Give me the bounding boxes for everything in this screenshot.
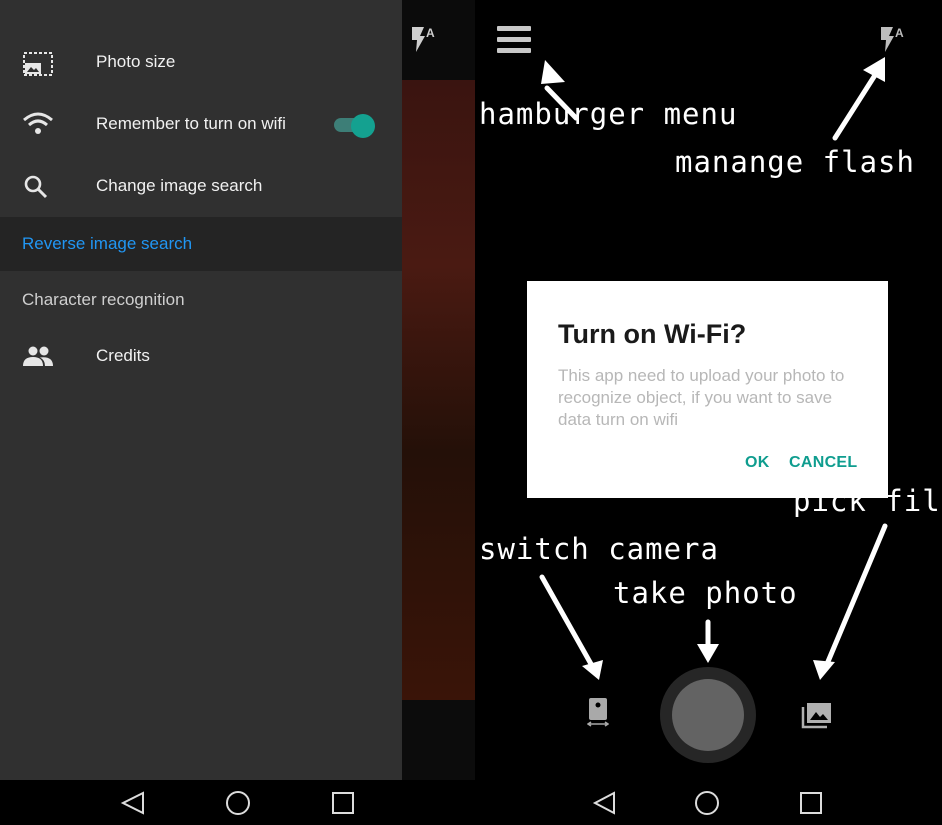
right-screenshot: A Turn on Wi-Fi? This app need to upload…: [475, 0, 942, 825]
camera-preview-image: [402, 80, 475, 700]
drawer-item-label: Photo size: [96, 52, 176, 71]
home-icon[interactable]: [226, 791, 250, 815]
drawer-item-label: Reverse image search: [22, 234, 193, 253]
photo-size-icon: [22, 50, 53, 76]
search-icon: [22, 174, 52, 200]
people-icon: [22, 344, 53, 370]
annotation-take-photo: take photo: [613, 576, 798, 610]
annotation-hamburger-menu: hamburger menu: [479, 97, 738, 131]
wifi-icon: [22, 112, 53, 138]
system-nav-bar: [0, 780, 475, 825]
navigation-drawer: Photo size Remember to turn on wifi Chan…: [0, 0, 402, 780]
drawer-item-reverse-image-search[interactable]: Reverse image search: [0, 217, 402, 271]
annotation-switch-camera: switch camera: [479, 532, 719, 566]
drawer-item-photo-size[interactable]: Photo size: [0, 32, 402, 94]
drawer-item-change-image-search[interactable]: Change image search: [0, 156, 402, 218]
drawer-item-label: Change image search: [96, 176, 263, 195]
annotation-manage-flash: manange flash: [675, 145, 915, 179]
annotation-pick-file: pick file: [793, 484, 942, 518]
flash-auto-icon[interactable]: A: [408, 24, 438, 59]
back-icon[interactable]: [120, 791, 144, 815]
drawer-item-credits[interactable]: Credits: [0, 326, 402, 388]
drawer-item-label: Credits: [96, 346, 150, 365]
drawer-item-label: Remember to turn on wifi: [96, 114, 286, 133]
drawer-item-character-recognition[interactable]: Character recognition: [22, 290, 185, 310]
left-screenshot: A Photo size Remember to turn on wifi Ch…: [0, 0, 475, 825]
wifi-reminder-toggle[interactable]: [334, 114, 376, 138]
recents-icon[interactable]: [332, 792, 354, 814]
svg-text:A: A: [426, 26, 435, 40]
